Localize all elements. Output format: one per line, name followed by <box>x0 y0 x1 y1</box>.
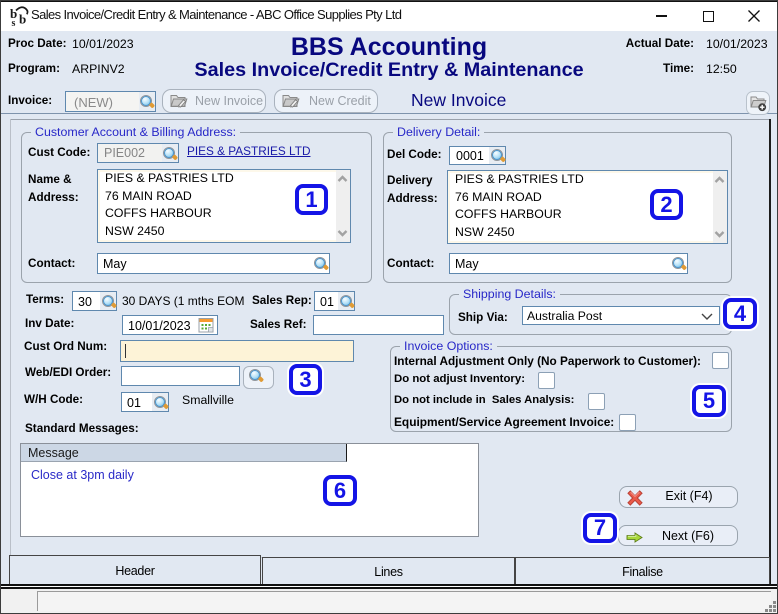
svg-text:b: b <box>19 12 26 27</box>
svg-text:s: s <box>12 18 16 27</box>
